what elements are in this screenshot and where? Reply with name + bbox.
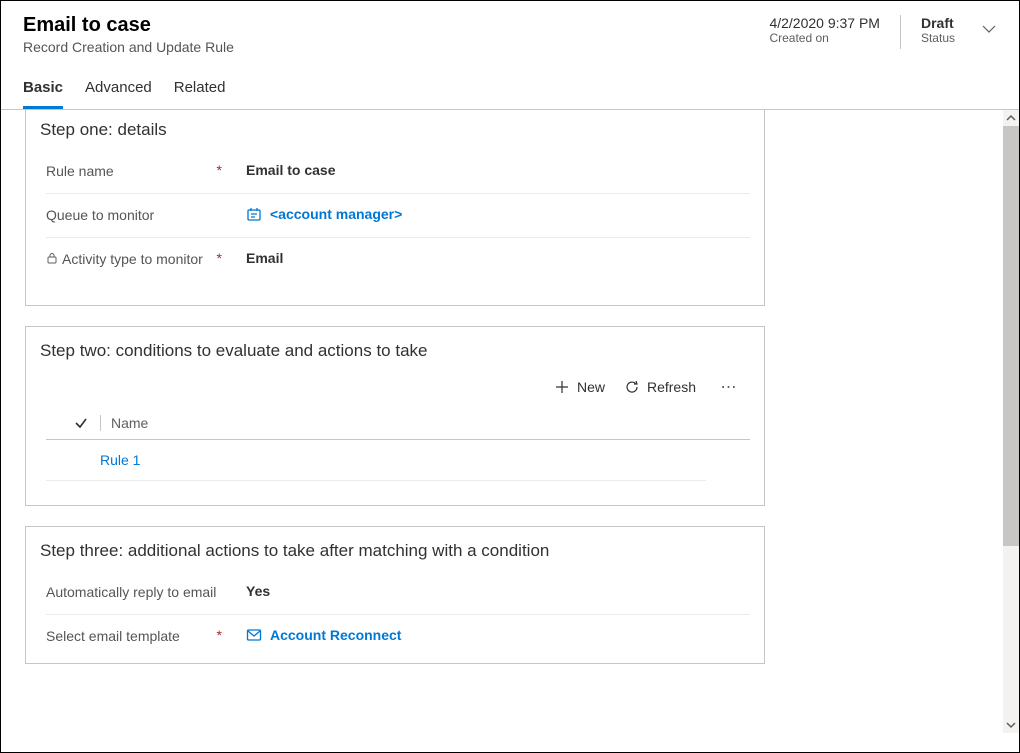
scrollbar-thumb[interactable] <box>1003 126 1019 546</box>
select-all-checkbox[interactable] <box>74 416 100 430</box>
tab-advanced[interactable]: Advanced <box>85 73 152 109</box>
created-on-value: 4/2/2020 9:37 PM <box>769 15 880 31</box>
scroll-up-button[interactable] <box>1003 110 1019 126</box>
queue-label: Queue to monitor <box>46 206 154 225</box>
auto-reply-label: Automatically reply to email <box>46 583 216 602</box>
check-icon <box>74 416 88 430</box>
scroll-down-button[interactable] <box>1003 717 1019 733</box>
new-button[interactable]: New <box>555 379 605 395</box>
plus-icon <box>555 380 569 394</box>
tab-basic[interactable]: Basic <box>23 73 63 109</box>
refresh-button-label: Refresh <box>647 379 696 395</box>
queue-value[interactable]: <account manager> <box>270 206 402 222</box>
email-template-icon <box>246 627 262 643</box>
rule-name-value[interactable]: Email to case <box>246 162 336 178</box>
lock-icon <box>46 252 58 264</box>
queue-icon <box>246 206 262 222</box>
rule-link[interactable]: Rule 1 <box>100 452 140 468</box>
status-label: Status <box>921 31 955 45</box>
rule-name-label: Rule name <box>46 162 114 181</box>
new-button-label: New <box>577 379 605 395</box>
page-subtitle: Record Creation and Update Rule <box>23 39 767 55</box>
refresh-icon <box>625 380 639 394</box>
step-two-card: Step two: conditions to evaluate and act… <box>25 326 765 506</box>
activity-type-label: Activity type to monitor <box>62 250 203 269</box>
step-two-title: Step two: conditions to evaluate and act… <box>40 341 750 361</box>
expand-header-button[interactable] <box>981 21 997 40</box>
created-on-field: 4/2/2020 9:37 PM Created on <box>767 15 882 45</box>
auto-reply-value[interactable]: Yes <box>246 583 270 599</box>
grid-column-name[interactable]: Name <box>100 415 148 431</box>
more-commands-button[interactable]: ⋯ <box>716 377 742 397</box>
tab-related[interactable]: Related <box>174 73 226 109</box>
email-template-label: Select email template <box>46 627 180 646</box>
vertical-scrollbar[interactable] <box>1003 110 1019 733</box>
chevron-down-icon <box>981 21 997 37</box>
status-value: Draft <box>921 15 955 31</box>
table-row[interactable]: Rule 1 <box>46 440 706 481</box>
page-title: Email to case <box>23 13 767 37</box>
step-three-card: Step three: additional actions to take a… <box>25 526 765 665</box>
required-indicator-icon: * <box>217 162 222 178</box>
step-three-title: Step three: additional actions to take a… <box>40 541 750 561</box>
activity-type-value: Email <box>246 250 283 266</box>
caret-up-icon <box>1006 113 1016 123</box>
refresh-button[interactable]: Refresh <box>625 379 696 395</box>
step-one-card: Step one: details Rule name * Email to c… <box>25 110 765 306</box>
step-one-title: Step one: details <box>40 120 750 140</box>
required-indicator-icon: * <box>217 250 222 266</box>
email-template-value[interactable]: Account Reconnect <box>270 627 401 643</box>
status-field: Draft Status <box>919 15 957 45</box>
created-on-label: Created on <box>769 31 880 45</box>
required-indicator-icon: * <box>217 627 222 643</box>
more-icon: ⋯ <box>721 379 738 396</box>
caret-down-icon <box>1006 720 1016 730</box>
